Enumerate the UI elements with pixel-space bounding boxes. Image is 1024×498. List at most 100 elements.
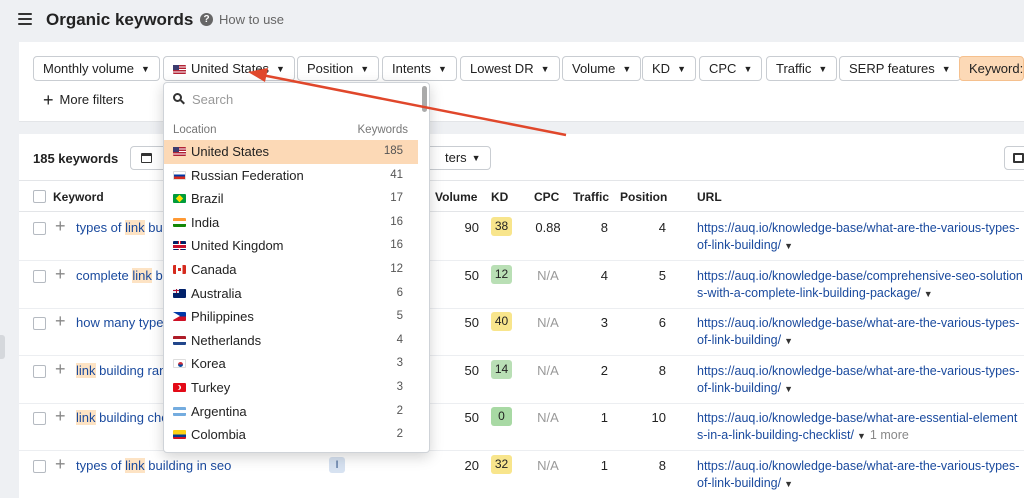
country-filter[interactable]: United States ▼ (163, 56, 295, 81)
caret-down-icon[interactable]: ▼ (784, 336, 793, 346)
position-value: 4 (658, 220, 666, 235)
location-option[interactable]: Netherlands 4 (164, 329, 418, 353)
location-option[interactable]: Korea 3 (164, 352, 418, 376)
url-link[interactable]: https://auq.io/knowledge-base/what-are-t… (697, 363, 1023, 398)
monthly-volume-filter[interactable]: Monthly volume ▼ (33, 56, 160, 81)
location-name: Argentina (191, 403, 247, 419)
caret-down-icon[interactable]: ▼ (784, 479, 793, 489)
location-name: Russian Federation (191, 167, 304, 183)
keyword-link[interactable]: link building che (76, 410, 169, 425)
keyword-filter[interactable]: Keyword: (959, 56, 1024, 81)
keyword-link[interactable]: types of link bu (76, 220, 163, 235)
caret-down-icon[interactable]: ▼ (857, 431, 866, 441)
col-traffic[interactable]: Traffic (573, 190, 609, 204)
page-title: Organic keywords (46, 10, 194, 29)
serp-features-filter[interactable]: SERP features ▼ (839, 56, 961, 81)
col-cpc[interactable]: CPC (534, 190, 559, 204)
caret-down-icon[interactable]: ▼ (924, 289, 933, 299)
col-keyword[interactable]: Keyword (53, 190, 104, 204)
position-value: 8 (658, 362, 666, 378)
url-link[interactable]: https://auq.io/knowledge-base/what-are-t… (697, 315, 1023, 350)
location-keyword-count: 5 (396, 310, 403, 323)
top-header: Organic keywords ? How to use (0, 0, 1024, 40)
add-keyword-icon[interactable]: + (55, 359, 66, 380)
nl-flag-icon (173, 335, 186, 345)
row-checkbox[interactable] (33, 269, 46, 283)
dropdown-scrollbar[interactable] (422, 86, 427, 112)
cpc-value: N/A (537, 410, 559, 425)
location-list: United States 185 Russian Federation 41 Braz… (164, 140, 418, 452)
add-keyword-icon[interactable]: + (55, 311, 66, 332)
kr-flag-icon (173, 359, 186, 369)
more-filters-button[interactable]: + More filters (43, 90, 124, 111)
add-keyword-icon[interactable]: + (55, 406, 66, 427)
in-flag-icon (173, 217, 186, 227)
location-dropdown: Location Keywords United States 185 Russia… (163, 82, 430, 453)
row-checkbox[interactable] (33, 317, 46, 330)
location-search-input[interactable] (192, 89, 412, 109)
br-flag-icon (173, 194, 186, 204)
add-keyword-icon[interactable]: + (55, 216, 66, 237)
volume-value: 50 (464, 267, 479, 283)
how-to-use-link[interactable]: How to use (219, 12, 284, 27)
row-checkbox[interactable] (33, 364, 46, 378)
calendar-icon (141, 153, 152, 163)
menu-icon[interactable] (18, 13, 32, 25)
location-option[interactable]: Colombia 2 (164, 423, 418, 447)
traffic-value: 3 (600, 315, 608, 330)
keyword-link[interactable]: how many type (76, 315, 163, 330)
keyword-link[interactable]: complete link b (76, 267, 163, 283)
location-option[interactable]: Australia 6 (164, 282, 418, 306)
volume-filter[interactable]: Volume ▼ (562, 56, 642, 81)
url-link[interactable]: https://auq.io/knowledge-base/what-are-t… (697, 220, 1023, 255)
kd-badge: 0 (491, 407, 512, 426)
kd-filter[interactable]: KD ▼ (642, 56, 696, 81)
location-col-label: Location (173, 124, 217, 136)
kd-badge: 32 (491, 454, 512, 474)
col-kd[interactable]: KD (491, 190, 508, 204)
location-option[interactable]: Argentina 2 (164, 400, 418, 424)
location-option[interactable]: India 16 (164, 211, 418, 235)
keyword-link[interactable]: types of link building in seo (76, 457, 231, 473)
url-link[interactable]: https://auq.io/knowledge-base/what-are-e… (697, 410, 1023, 445)
col-url[interactable]: URL (697, 190, 722, 204)
location-option[interactable]: Russian Federation 41 (164, 164, 418, 188)
caret-down-icon: ▼ (438, 64, 447, 74)
location-option[interactable]: United Kingdom 16 (164, 234, 418, 258)
more-urls-link[interactable]: 1 more (870, 428, 909, 442)
caret-down-icon[interactable]: ▼ (784, 241, 793, 251)
intents-filter[interactable]: Intents ▼ (382, 56, 457, 81)
kd-badge: 40 (491, 312, 512, 331)
col-volume[interactable]: Volume (435, 190, 477, 204)
side-handle[interactable] (0, 335, 5, 359)
caret-down-icon[interactable]: ▼ (784, 384, 793, 394)
select-all-checkbox[interactable] (33, 190, 46, 203)
caret-down-icon: ▼ (941, 64, 951, 74)
row-checkbox[interactable] (33, 412, 46, 425)
row-checkbox[interactable] (33, 459, 46, 473)
cpc-filter[interactable]: CPC ▼ (699, 56, 763, 81)
plus-icon: + (43, 90, 54, 110)
location-option[interactable]: Turkey 3 (164, 376, 418, 400)
location-option[interactable]: Canada 12 (164, 258, 418, 282)
col-position[interactable]: Position (620, 190, 667, 204)
ca-flag-icon (173, 264, 186, 274)
position-filter[interactable]: Position ▼ (297, 56, 380, 81)
location-option[interactable]: United States 185 (164, 140, 418, 164)
location-option[interactable]: Brazil 17 (164, 187, 418, 211)
cpc-value: N/A (537, 362, 559, 378)
location-option[interactable]: Philippines 5 (164, 305, 418, 329)
traffic-filter[interactable]: Traffic ▼ (766, 56, 838, 81)
keyword-link[interactable]: link building ran (76, 362, 166, 378)
add-keyword-icon[interactable]: + (55, 264, 66, 285)
lowest-dr-filter[interactable]: Lowest DR ▼ (460, 56, 560, 81)
location-option[interactable] (164, 447, 418, 452)
position-value: 8 (658, 457, 666, 473)
traffic-value: 8 (600, 220, 608, 235)
help-icon[interactable]: ? (200, 13, 213, 26)
url-link[interactable]: https://auq.io/knowledge-base/comprehens… (697, 268, 1023, 303)
columns-button[interactable] (1004, 146, 1024, 170)
row-checkbox[interactable] (33, 222, 46, 235)
add-keyword-icon[interactable]: + (55, 454, 66, 475)
url-link[interactable]: https://auq.io/knowledge-base/what-are-t… (697, 458, 1023, 493)
